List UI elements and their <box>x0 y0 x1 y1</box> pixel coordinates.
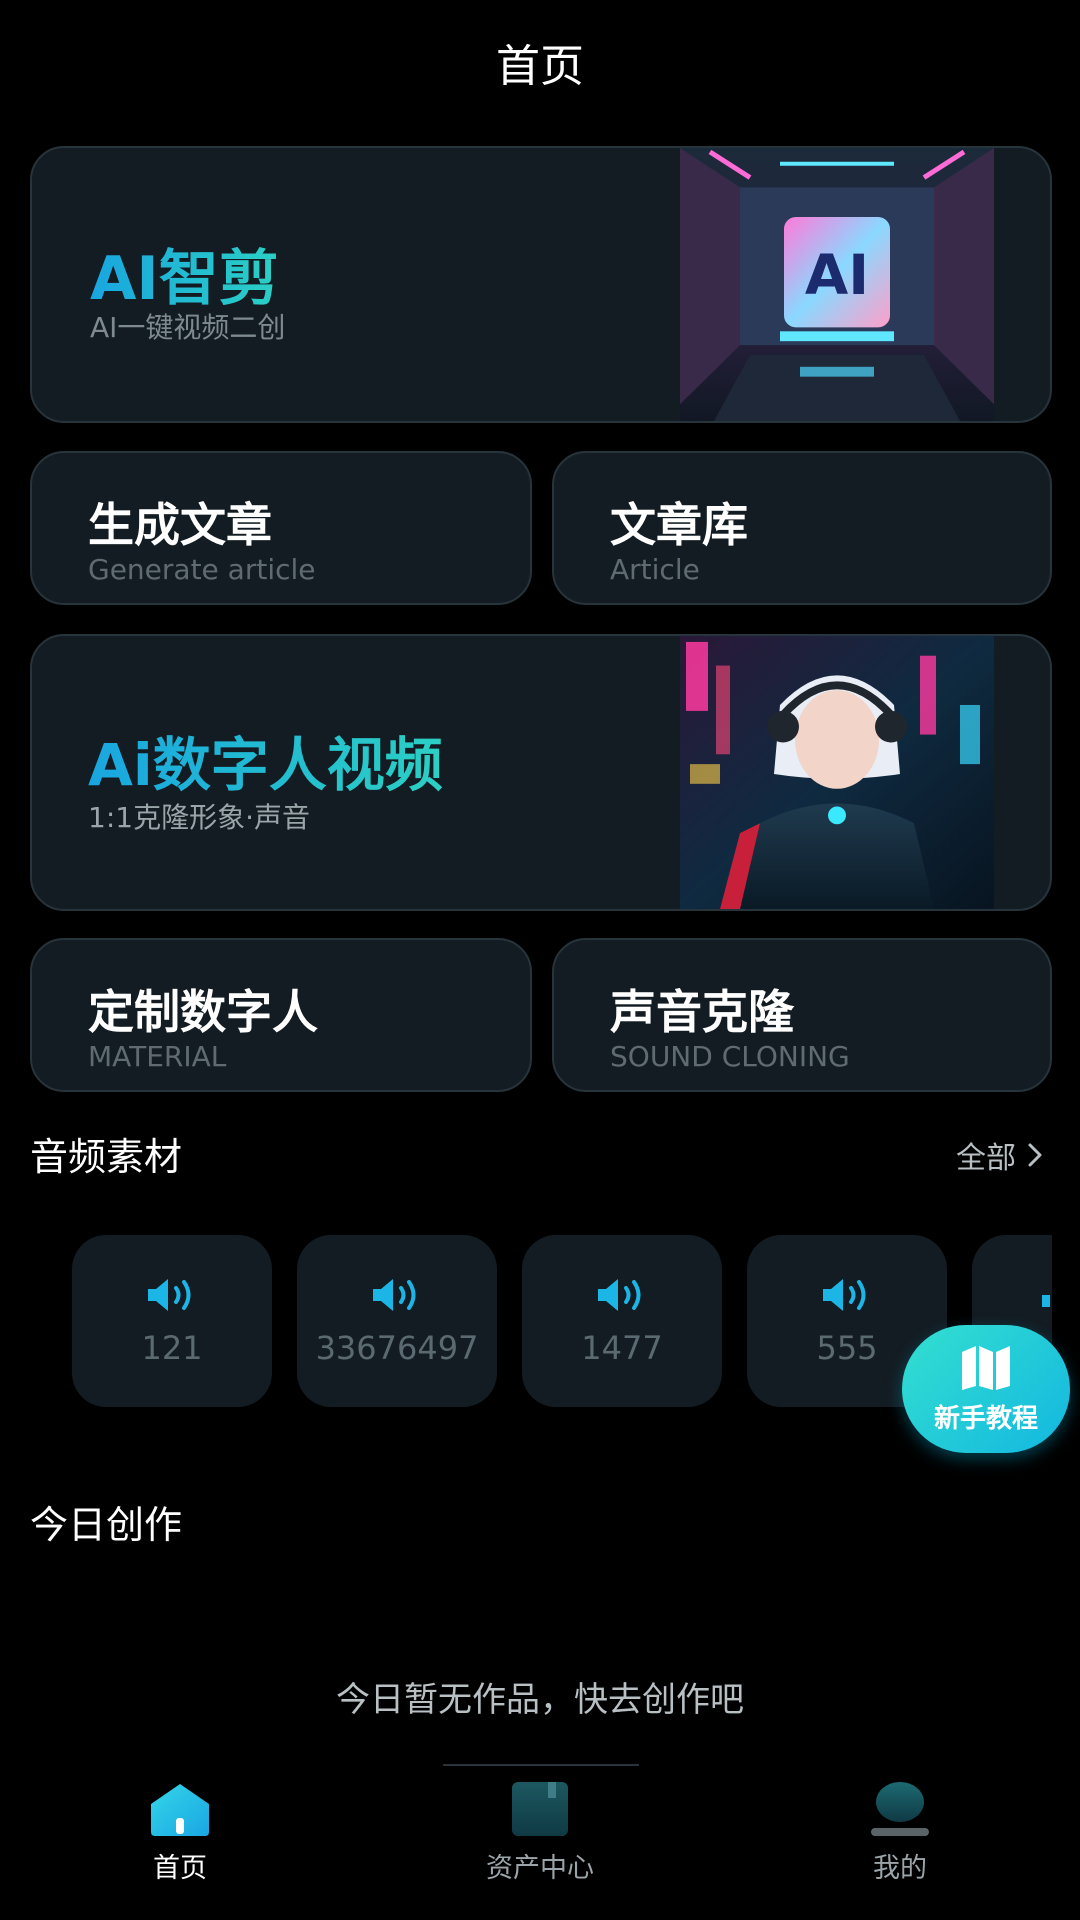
tab-asset-center-label: 资产中心 <box>486 1853 594 1884</box>
speaker-icon <box>1042 1295 1050 1307</box>
map-icon <box>962 1345 1010 1390</box>
generate-article-card[interactable]: 生成文章 Generate article <box>30 451 532 605</box>
digital-human-video-title: Ai数字人视频 <box>88 718 443 802</box>
speaker-icon <box>823 1279 866 1311</box>
audio-item[interactable]: 33676497 <box>297 1235 497 1407</box>
audio-item-label: 121 <box>141 1329 203 1367</box>
custom-digital-human-subtitle: MATERIAL <box>88 1040 227 1073</box>
voice-clone-card[interactable]: 声音克隆 SOUND CLONING <box>552 938 1052 1092</box>
article-library-subtitle: Article <box>610 553 700 586</box>
ai-clip-subtitle: AI一键视频二创 <box>90 311 286 344</box>
audio-item-label: 555 <box>816 1329 878 1367</box>
speaker-icon <box>148 1279 191 1311</box>
audio-section-title: 音频素材 <box>30 1135 183 1179</box>
chevron-right-icon <box>1028 1143 1042 1167</box>
generate-article-title: 生成文章 <box>88 498 272 552</box>
audio-item-label: 33676497 <box>315 1329 479 1367</box>
svg-text:AI: AI <box>805 243 869 308</box>
article-library-card[interactable]: 文章库 Article <box>552 451 1052 605</box>
tab-profile-label: 我的 <box>873 1853 927 1884</box>
voice-clone-subtitle: SOUND CLONING <box>610 1040 850 1073</box>
voice-clone-title: 声音克隆 <box>610 985 794 1039</box>
article-library-title: 文章库 <box>610 498 748 552</box>
home-icon <box>151 1784 209 1836</box>
digital-human-video-card[interactable]: Ai数字人视频 1:1克隆形象·声音 <box>30 634 1052 911</box>
generate-article-subtitle: Generate article <box>88 553 316 586</box>
audio-item[interactable]: 1477 <box>522 1235 722 1407</box>
see-all-link[interactable]: 全部 <box>956 1133 1044 1177</box>
ai-screen-neon-image: AI <box>680 148 994 421</box>
empty-state-text: 今日暂无作品，快去创作吧 <box>336 1680 744 1720</box>
ai-clip-title: AI智剪 <box>90 230 279 317</box>
tab-profile[interactable]: 我的 <box>800 1780 1000 1890</box>
tab-home-label: 首页 <box>153 1853 207 1884</box>
tab-home[interactable]: 首页 <box>80 1780 280 1890</box>
speaker-icon <box>373 1279 416 1311</box>
tutorial-fab[interactable]: 新手教程 <box>902 1325 1070 1453</box>
page-title: 首页 <box>496 41 584 92</box>
today-section-title: 今日创作 <box>30 1503 183 1547</box>
tab-divider <box>443 1764 639 1766</box>
custom-digital-human-title: 定制数字人 <box>88 985 318 1039</box>
tab-asset-center[interactable]: 资产中心 <box>440 1780 640 1890</box>
see-all-label: 全部 <box>956 1141 1016 1176</box>
digital-human-video-subtitle: 1:1克隆形象·声音 <box>88 801 310 834</box>
audio-item-label: 1477 <box>581 1329 663 1367</box>
folder-icon <box>512 1782 568 1836</box>
ai-clip-card[interactable]: AI智剪 AI一键视频二创 AI <box>30 146 1052 423</box>
tutorial-fab-label: 新手教程 <box>933 1403 1038 1434</box>
custom-digital-human-card[interactable]: 定制数字人 MATERIAL <box>30 938 532 1092</box>
profile-icon <box>871 1782 929 1836</box>
speaker-icon <box>598 1279 641 1311</box>
cyberpunk-girl-headphones-image <box>680 636 994 909</box>
audio-item[interactable]: 121 <box>72 1235 272 1407</box>
